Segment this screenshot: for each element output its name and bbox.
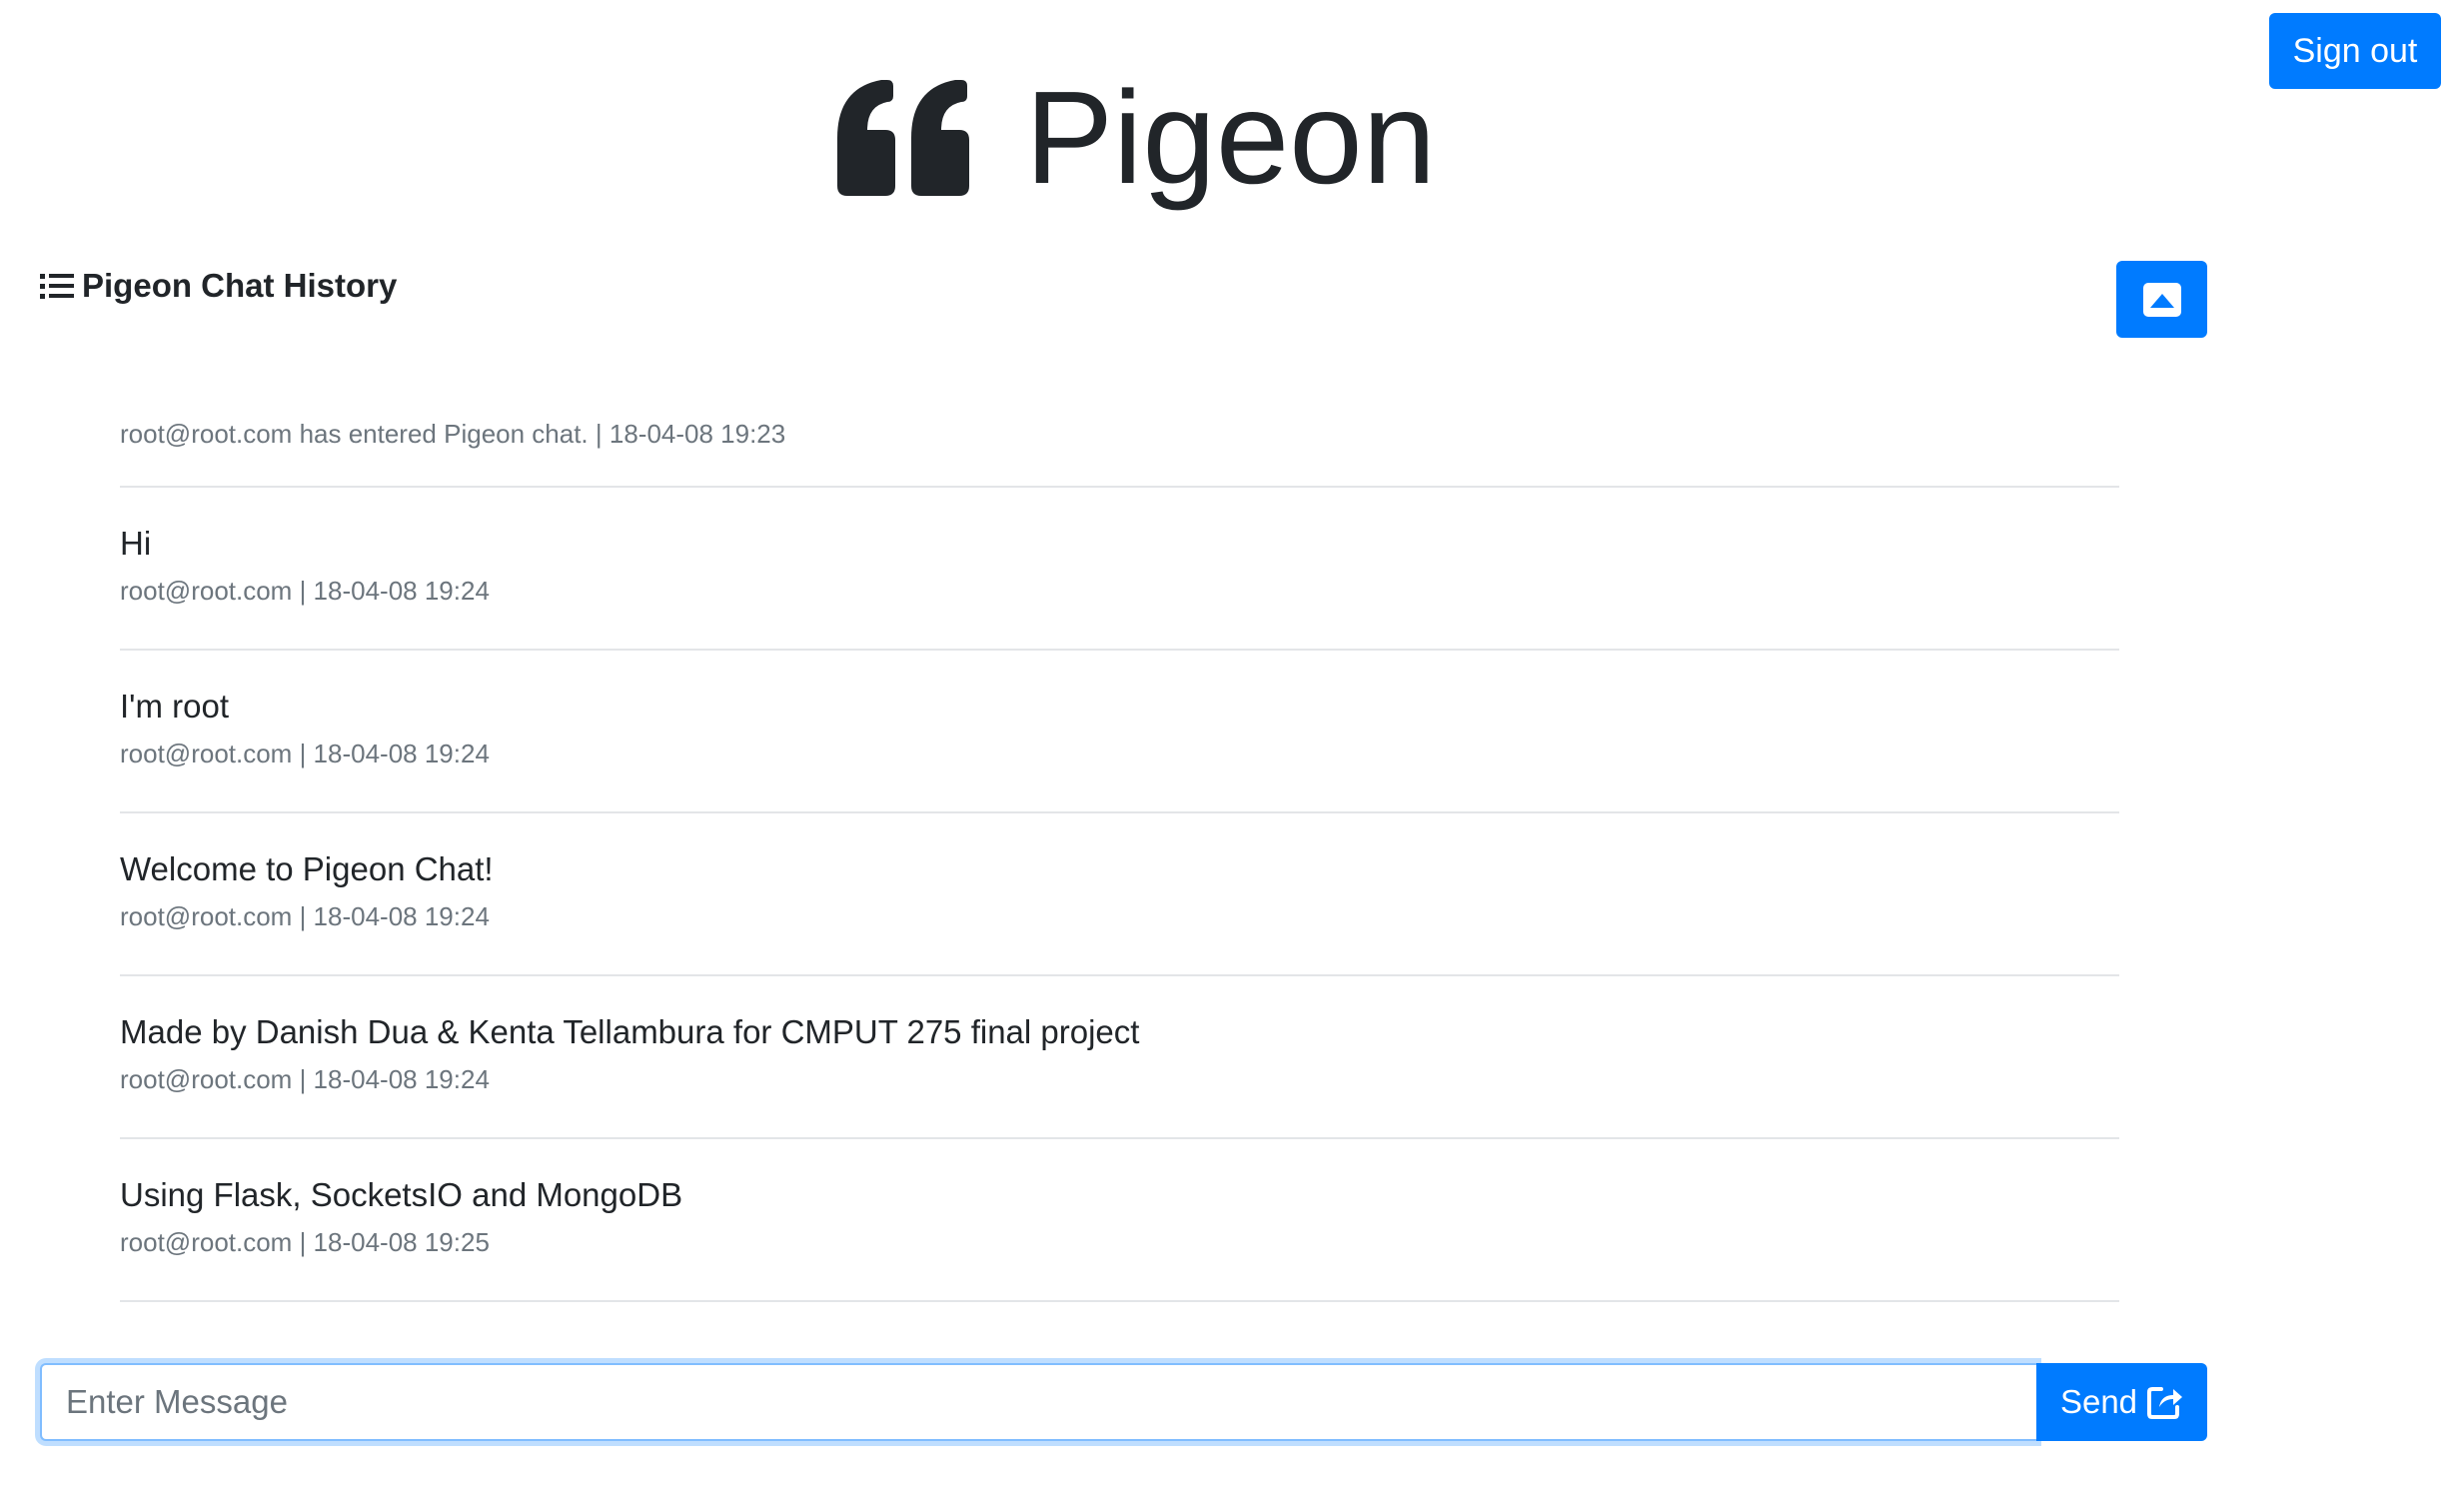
message-meta: root@root.com | 18-04-08 19:24	[120, 739, 490, 768]
quote-left-icon	[837, 80, 969, 196]
list-item: I'm root root@root.com | 18-04-08 19:24	[120, 651, 2119, 813]
message-text: I'm root	[120, 688, 229, 725]
message-meta: root@root.com | 18-04-08 19:25	[120, 1227, 490, 1257]
app-title: Pigeon	[1025, 64, 1437, 211]
caret-square-up-icon	[2142, 282, 2181, 317]
send-label: Send	[2059, 1383, 2138, 1420]
message-meta: root@root.com | 18-04-08 19:24	[120, 901, 490, 931]
message-composer: Send	[40, 1363, 2207, 1441]
list-item: Hi root@root.com | 18-04-08 19:24	[120, 488, 2119, 651]
send-button[interactable]: Send	[2036, 1363, 2207, 1441]
message-meta: root@root.com | 18-04-08 19:24	[120, 576, 490, 606]
message-input[interactable]	[42, 1365, 2036, 1439]
collapse-history-button[interactable]	[2116, 261, 2207, 338]
message-list: root@root.com has entered Pigeon chat. |…	[120, 380, 2119, 1302]
list-icon	[40, 274, 74, 299]
list-item: Made by Danish Dua & Kenta Tellambura fo…	[120, 976, 2119, 1139]
message-text: Welcome to Pigeon Chat!	[120, 850, 494, 887]
message-text: Using Flask, SocketsIO and MongoDB	[120, 1176, 683, 1213]
message-meta: root@root.com | 18-04-08 19:24	[120, 1064, 490, 1094]
message-input-wrapper	[40, 1363, 2036, 1441]
chat-history-heading: Pigeon Chat History	[40, 262, 397, 310]
list-item: root@root.com has entered Pigeon chat. |…	[120, 380, 2119, 488]
brand-header: Pigeon	[837, 48, 1436, 228]
chat-history-title: Pigeon Chat History	[82, 267, 398, 304]
message-text: Hi	[120, 525, 152, 562]
share-square-icon	[2147, 1387, 2183, 1419]
system-message: root@root.com has entered Pigeon chat. |…	[120, 419, 786, 449]
list-item: Welcome to Pigeon Chat! root@root.com | …	[120, 813, 2119, 976]
list-item: Using Flask, SocketsIO and MongoDB root@…	[120, 1139, 2119, 1302]
message-text: Made by Danish Dua & Kenta Tellambura fo…	[120, 1013, 1140, 1050]
sign-out-button[interactable]: Sign out	[2269, 13, 2441, 89]
